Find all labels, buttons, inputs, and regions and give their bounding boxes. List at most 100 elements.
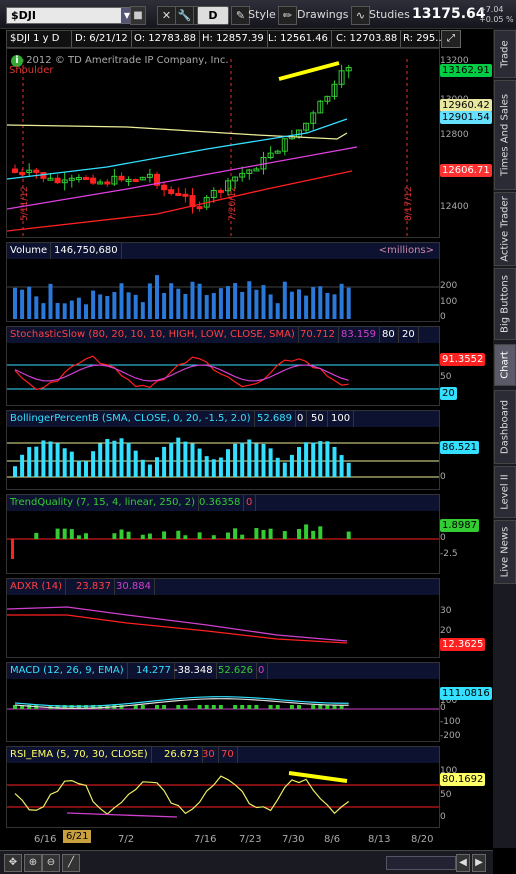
rsi-tag: 80.1692 (440, 773, 486, 786)
candle-body (196, 206, 203, 210)
candle-body (90, 177, 97, 184)
trend-quality-tag: 1.8987 (440, 519, 479, 532)
volume-bar (233, 283, 238, 319)
tab-times-and-sales[interactable]: Times And Sales (494, 80, 516, 190)
link-icon[interactable]: ■ (130, 6, 146, 25)
candle-body (12, 168, 18, 173)
bollinger-bar (275, 457, 280, 477)
trend-quality-bar (282, 531, 287, 539)
studies-icon[interactable]: ∿ (351, 6, 370, 25)
volume-bar (55, 303, 60, 319)
tab-big-buttons[interactable]: Big Buttons (494, 268, 516, 340)
studies-button[interactable]: Studies (369, 6, 410, 23)
volume-bar (318, 286, 323, 319)
scroll-right-icon[interactable]: ▶ (472, 854, 486, 872)
tab-trade[interactable]: Trade (494, 30, 516, 78)
volume-bar (289, 291, 294, 319)
trendline-annotation (278, 61, 340, 81)
style-button[interactable]: Style (248, 6, 276, 23)
macd-histogram-bar (155, 705, 159, 709)
trend-quality-bar (211, 535, 216, 539)
price-tag-high: 13162.91 (440, 64, 492, 77)
aggregation-button[interactable]: D (197, 6, 229, 25)
volume-bar (254, 289, 259, 319)
date-label: D: 6/21/12 (72, 31, 132, 47)
change-percent: +0.05 % (479, 15, 514, 24)
candle-body (217, 189, 224, 193)
trend-quality-bar (11, 539, 14, 559)
tab-chart[interactable]: Chart (494, 344, 516, 386)
chart-expand-icon[interactable]: ⤢ (441, 30, 461, 48)
tab-active-trader[interactable]: Active Trader (494, 192, 516, 266)
bollinger-bar (98, 443, 103, 477)
pan-icon[interactable]: ✥ (4, 854, 22, 872)
rsi-tick: 50 (440, 790, 452, 800)
zoom-in-icon[interactable]: ⊕ (24, 854, 42, 872)
date-label: 7/2 (118, 834, 135, 845)
date-label: 8/13 (368, 834, 391, 845)
adxr-chart (7, 606, 348, 644)
scroll-left-icon[interactable]: ◀ (456, 854, 470, 872)
volume-bar (41, 303, 46, 319)
price-change: +7.04 +0.05 % (479, 5, 514, 25)
macd-histogram-bar (133, 705, 138, 709)
trend-quality-bar (126, 531, 131, 539)
trend-quality-bar (304, 524, 309, 539)
macd-histogram-bar (211, 705, 216, 709)
bollinger-bar (346, 462, 351, 477)
wrench-icon[interactable]: 🔧 (175, 6, 194, 25)
drawing-pencil-icon[interactable]: ✏ (278, 6, 297, 25)
trend-quality-bar (62, 528, 67, 539)
tab-label: Dashboard (499, 399, 511, 455)
bollinger-bar (204, 456, 209, 477)
macd-histogram-bar (289, 705, 294, 709)
tab-live-news[interactable]: Live News (494, 520, 516, 584)
macd-histogram-bar (318, 705, 323, 709)
volume-bar (119, 283, 124, 319)
bollinger-bar (112, 440, 117, 477)
tab-dashboard[interactable]: Dashboard (494, 390, 516, 464)
bollinger-tag: 86.521 (440, 441, 479, 454)
volume-bar (226, 286, 230, 319)
adxr-tag: 12.3625 (440, 638, 486, 651)
chart-toolbar: $DJI ▼ ■ ✕ 🔧 ⊞ D ✎ Style ✏ Drawings ∿ St… (0, 0, 516, 29)
volume-bar (133, 294, 138, 319)
volume-bar (76, 297, 81, 319)
drawing-line-icon[interactable]: ╱ (62, 854, 80, 872)
pattern-label: Shoulder (9, 65, 54, 76)
trend-quality-bar (55, 528, 60, 539)
volume-bar (126, 292, 131, 319)
volume-bar (155, 275, 159, 319)
macd-histogram-bar (325, 705, 330, 709)
macd-histogram-bar (240, 705, 245, 709)
bollinger-bar (55, 443, 60, 477)
tab-level-ii[interactable]: Level II (494, 466, 516, 518)
symbol-selector[interactable]: $DJI ▼ (6, 7, 133, 24)
candle-body (19, 171, 26, 175)
macd-histogram-bar (275, 705, 280, 709)
macd-histogram-bar (218, 705, 223, 709)
macd-histogram-bar (183, 705, 188, 709)
date-label: 6/16 (34, 834, 57, 845)
bollinger-bar (218, 457, 223, 477)
bollinger-bar (176, 437, 181, 477)
bollinger-bar (169, 442, 174, 477)
bollinger-bar (289, 454, 294, 477)
time-scrollbar[interactable] (386, 856, 456, 870)
volume-bar (325, 292, 330, 319)
macd-histogram-bar (162, 705, 167, 709)
date-label-selected: 6/21 (63, 830, 92, 843)
open-label: O: 12783.88 (131, 31, 200, 47)
volume-bar (105, 295, 110, 319)
price-panel: 5/11/12 7/20/12 8/17/12 i 2012 © TD Amerit… (6, 48, 440, 238)
drawings-button[interactable]: Drawings (297, 6, 348, 23)
stochastic-tag-os: 20 (440, 387, 457, 400)
date-label: 8/6 (324, 834, 341, 845)
bollinger-bar (247, 439, 252, 477)
date-label: 7/16 (194, 834, 217, 845)
zoom-out-icon[interactable]: ⊖ (42, 854, 60, 872)
crosshair-icon[interactable]: ✕ (157, 6, 176, 25)
trend-quality-panel: TrendQuality (7, 15, 4, linear, 250, 2) … (6, 494, 440, 574)
bollinger-bar (233, 443, 238, 477)
period-label[interactable]: $DJI 1 y D (7, 31, 72, 47)
